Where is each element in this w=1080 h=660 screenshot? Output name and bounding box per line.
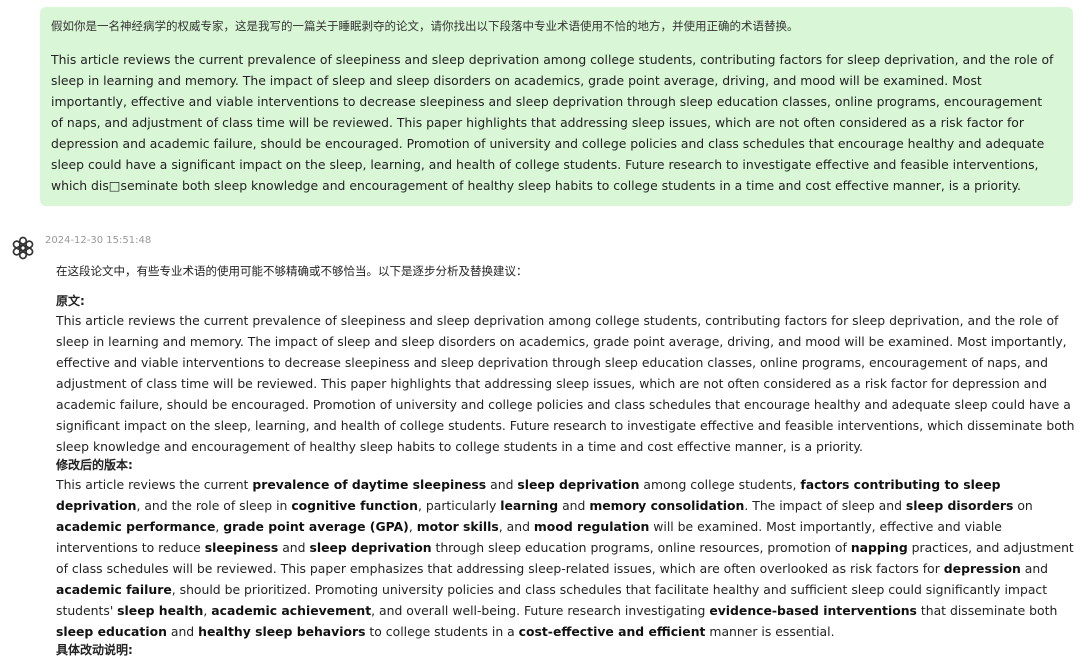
revised-text-segment: . The impact of sleep and: [744, 498, 906, 513]
revised-term: prevalence of daytime sleepiness: [252, 477, 487, 492]
assistant-intro-text: 在这段论文中，有些专业术语的使用可能不够精确或不够恰当。以下是逐步分析及替换建议…: [56, 264, 528, 278]
revised-text-segment: , and the role of sleep in: [136, 498, 292, 513]
revised-heading: 修改后的版本:: [56, 458, 133, 472]
revised-term: sleep deprivation: [517, 477, 640, 492]
revised-term: sleep health: [117, 603, 204, 618]
user-prompt-text: 假如你是一名神经病学的权威专家，这是我写的一篇关于睡眠剥夺的论文，请你找出以下段…: [51, 19, 799, 33]
original-heading: 原文:: [56, 294, 85, 308]
revised-text-segment: , and overall well-being. Future researc…: [371, 603, 710, 618]
revised-term: cognitive function: [291, 498, 418, 513]
revised-text-segment: on: [1013, 498, 1033, 513]
revised-term: sleep education: [56, 624, 167, 639]
revised-term: cost-effective and efficient: [518, 624, 706, 639]
revised-term: healthy sleep behaviors: [198, 624, 366, 639]
revised-term: depression: [943, 561, 1021, 576]
revised-text-segment: and: [1020, 561, 1049, 576]
user-abstract-text: This article reviews the current prevale…: [51, 52, 1054, 193]
revised-term: sleep deprivation: [309, 540, 432, 555]
revised-text-segment: and: [486, 477, 518, 492]
revised-term: memory consolidation: [589, 498, 745, 513]
revised-text-segment: and: [278, 540, 310, 555]
revised-term: academic performance: [56, 519, 216, 534]
revised-text-segment: , particularly: [417, 498, 501, 513]
revised-term: learning: [500, 498, 559, 513]
openai-logo-icon: [12, 236, 34, 260]
revised-text-segment: and: [558, 498, 590, 513]
assistant-message: 在这段论文中，有些专业术语的使用可能不够精确或不够恰当。以下是逐步分析及替换建议…: [56, 262, 1080, 659]
revised-term: grade point average (GPA): [223, 519, 409, 534]
revised-text-segment: that disseminate both: [916, 603, 1058, 618]
message-timestamp: 2024-12-30 15:51:48: [45, 235, 152, 246]
changes-heading: 具体改动说明:: [56, 643, 133, 657]
revised-text-segment: This article reviews the current: [56, 477, 253, 492]
revised-text-segment: ,: [408, 519, 417, 534]
revised-term: sleep disorders: [905, 498, 1014, 513]
revised-term: napping: [850, 540, 908, 555]
revised-text-segment: and: [166, 624, 199, 639]
revised-term: motor skills: [416, 519, 499, 534]
revised-text: This article reviews the current prevale…: [56, 474, 1080, 642]
revised-term: academic achievement: [211, 603, 372, 618]
revised-term: evidence-based interventions: [709, 603, 917, 618]
revised-term: mood regulation: [533, 519, 650, 534]
revised-text-segment: , and: [498, 519, 534, 534]
original-text: This article reviews the current prevale…: [56, 313, 1075, 454]
revised-text-segment: manner is essential.: [705, 624, 835, 639]
revised-text-segment: through sleep education programs, online…: [431, 540, 851, 555]
user-message-bubble: 假如你是一名神经病学的权威专家，这是我写的一篇关于睡眠剥夺的论文，请你找出以下段…: [40, 7, 1073, 206]
revised-text-segment: among college students,: [639, 477, 801, 492]
revised-term: academic failure: [56, 582, 172, 597]
revised-text-segment: to college students in a: [365, 624, 519, 639]
revised-term: sleepiness: [204, 540, 279, 555]
